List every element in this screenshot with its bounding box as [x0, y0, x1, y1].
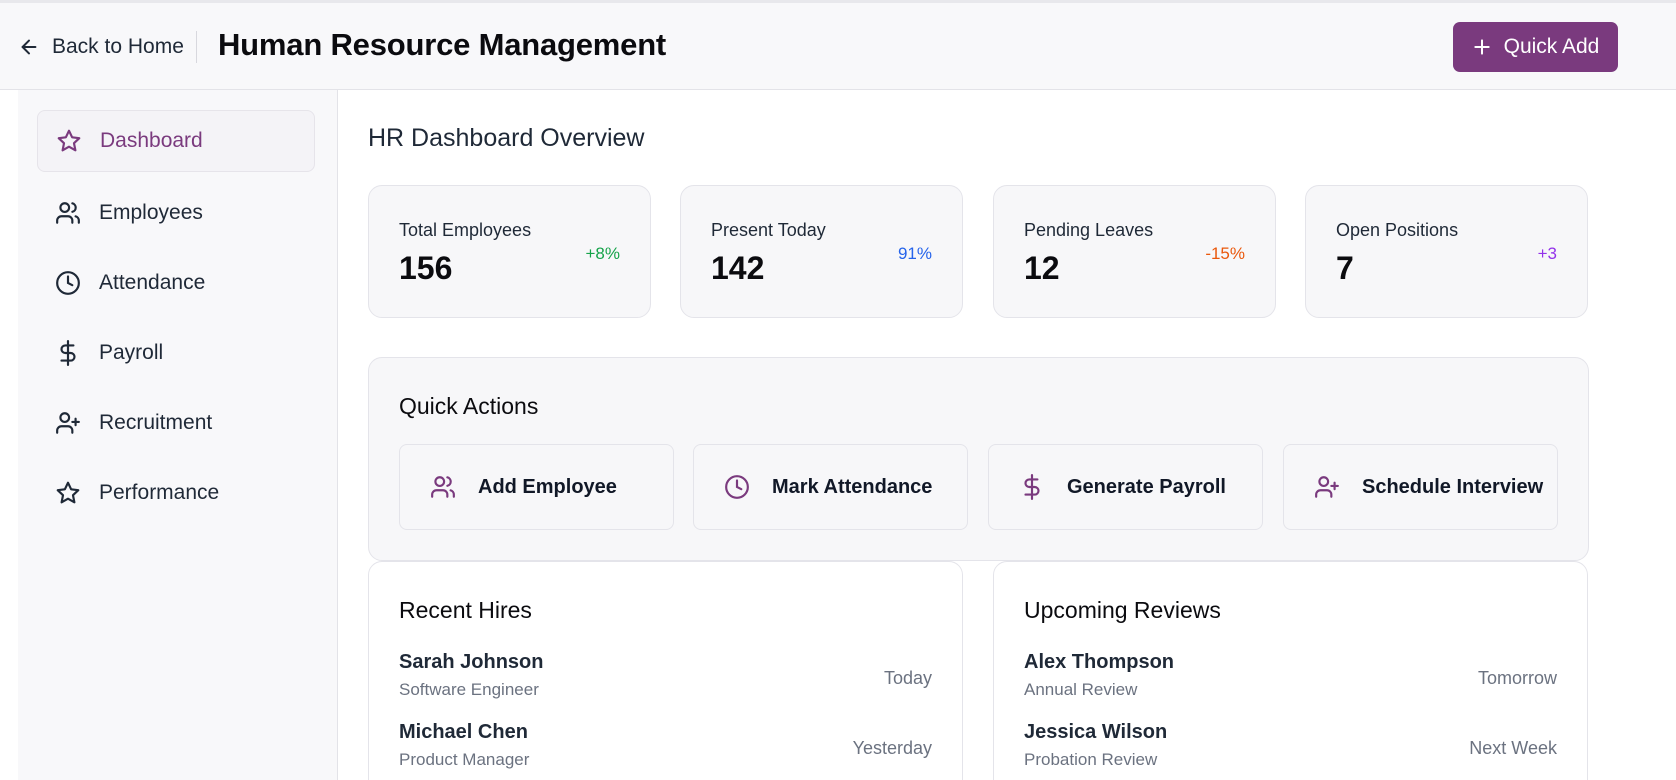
hire-date: Yesterday: [852, 738, 932, 758]
sidebar-item-attendance[interactable]: Attendance: [37, 252, 315, 314]
recent-hires-title: Recent Hires: [399, 597, 532, 623]
sidebar-item-employees[interactable]: Employees: [37, 182, 315, 244]
hire-date: Today: [883, 668, 932, 688]
recent-hires-card: Recent Hires Sarah Johnson Software Engi…: [368, 561, 963, 780]
review-name: Alex Thompson: [1024, 651, 1175, 673]
sidebar-item-label: Payroll: [99, 341, 164, 364]
stat-label: Total Employees: [399, 220, 532, 240]
quick-action-label: Mark Attendance: [772, 475, 933, 498]
quick-add-button[interactable]: Quick Add: [1453, 22, 1618, 72]
stat-label: Present Today: [711, 220, 826, 240]
quick-action-label: Schedule Interview: [1362, 475, 1544, 498]
list-item[interactable]: Jessica Wilson Probation Review Next Wee…: [1024, 721, 1557, 780]
star-icon: [56, 128, 82, 154]
sidebar-item-payroll[interactable]: Payroll: [37, 322, 315, 384]
sidebar-item-performance[interactable]: Performance: [37, 462, 315, 524]
quick-action-label: Add Employee: [478, 475, 617, 498]
stat-card-total-employees: Total Employees 156 +8%: [368, 185, 651, 318]
back-to-home-label: Back to Home: [52, 35, 184, 58]
dollar-icon: [55, 340, 81, 366]
clock-icon: [55, 270, 81, 296]
page-title: Human Resource Management: [218, 27, 667, 62]
plus-icon: [1472, 37, 1492, 57]
sidebar-item-label: Recruitment: [99, 411, 213, 434]
quick-actions-panel: Quick Actions Add Employee Mark Attendan…: [368, 357, 1589, 561]
stat-value: 142: [711, 250, 765, 286]
users-icon: [55, 200, 81, 226]
quick-actions-title: Quick Actions: [399, 393, 539, 419]
sidebar-item-label: Dashboard: [100, 129, 203, 152]
stat-value: 156: [399, 250, 453, 286]
hire-role: Product Manager: [399, 750, 530, 769]
review-type: Annual Review: [1024, 680, 1138, 699]
hire-role: Software Engineer: [399, 680, 539, 699]
mark-attendance-button[interactable]: Mark Attendance: [693, 444, 968, 530]
stat-value: 12: [1024, 250, 1060, 286]
hire-name: Michael Chen: [399, 721, 528, 743]
schedule-interview-button[interactable]: Schedule Interview: [1283, 444, 1558, 530]
hire-name: Sarah Johnson: [399, 651, 544, 673]
stat-change: 91%: [897, 244, 932, 263]
stat-value: 7: [1336, 250, 1354, 286]
list-item[interactable]: Sarah Johnson Software Engineer Today: [399, 651, 932, 711]
list-item[interactable]: Michael Chen Product Manager Yesterday: [399, 721, 932, 780]
dashboard-overview-title: HR Dashboard Overview: [368, 124, 645, 152]
upcoming-reviews-title: Upcoming Reviews: [1024, 597, 1221, 623]
generate-payroll-button[interactable]: Generate Payroll: [988, 444, 1263, 530]
sidebar-item-label: Attendance: [99, 271, 206, 294]
stat-change: +8%: [585, 244, 621, 263]
star-icon: [55, 480, 81, 506]
stat-card-pending-leaves: Pending Leaves 12 -15%: [993, 185, 1276, 318]
add-employee-button[interactable]: Add Employee: [399, 444, 674, 530]
list-item[interactable]: Alex Thompson Annual Review Tomorrow: [1024, 651, 1557, 711]
stat-change: -15%: [1205, 244, 1245, 263]
top-header: Back to Home Human Resource Management Q…: [0, 0, 1676, 90]
stat-change: +3: [1537, 244, 1557, 263]
upcoming-reviews-card: Upcoming Reviews Alex Thompson Annual Re…: [993, 561, 1588, 780]
sidebar-item-label: Employees: [99, 201, 203, 224]
quick-add-label: Quick Add: [1503, 35, 1600, 58]
stat-card-present-today: Present Today 142 91%: [680, 185, 963, 318]
sidebar-item-label: Performance: [99, 481, 220, 504]
arrow-left-icon: [18, 36, 40, 58]
sidebar-item-recruitment[interactable]: Recruitment: [37, 392, 315, 454]
header-divider: [196, 31, 197, 63]
review-name: Jessica Wilson: [1024, 721, 1168, 743]
stat-label: Open Positions: [1336, 220, 1459, 240]
user-plus-icon: [55, 410, 81, 436]
user-plus-icon: [1314, 474, 1340, 500]
review-date: Tomorrow: [1477, 668, 1557, 688]
back-to-home-link[interactable]: Back to Home: [18, 30, 184, 64]
stat-label: Pending Leaves: [1024, 220, 1154, 240]
review-date: Next Week: [1469, 738, 1557, 758]
dollar-icon: [1019, 474, 1045, 500]
users-icon: [430, 474, 456, 500]
sidebar: Dashboard Employees Attendance Payroll R…: [18, 90, 338, 780]
clock-icon: [724, 474, 750, 500]
stat-card-open-positions: Open Positions 7 +3: [1305, 185, 1588, 318]
sidebar-item-dashboard[interactable]: Dashboard: [37, 110, 315, 172]
review-type: Probation Review: [1024, 750, 1158, 769]
quick-action-label: Generate Payroll: [1067, 475, 1226, 498]
